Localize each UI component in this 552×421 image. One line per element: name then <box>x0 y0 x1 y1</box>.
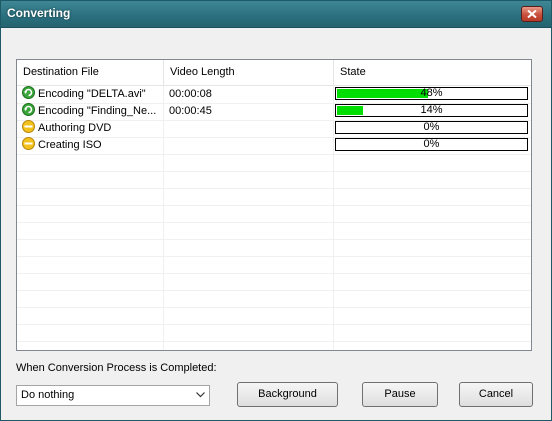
progress-bar: 0% <box>335 138 528 151</box>
pending-yellow-icon <box>22 120 35 133</box>
empty-cell <box>17 154 164 171</box>
empty-cell <box>164 171 334 188</box>
empty-cell <box>164 222 334 239</box>
table-row[interactable]: Encoding "DELTA.avi" 00:00:08 48% <box>17 86 531 104</box>
destination-file-text: Encoding "DELTA.avi" <box>38 88 146 100</box>
dialog-body: Destination File Video Length State Enco… <box>1 28 551 420</box>
progress-bar: 48% <box>335 87 528 100</box>
empty-cell <box>164 290 334 307</box>
empty-cell <box>164 188 334 205</box>
progress-bar: 14% <box>335 104 528 117</box>
destination-file-cell: Creating ISO <box>17 137 164 154</box>
refresh-green-icon <box>22 103 35 116</box>
empty-grid-row <box>17 324 531 342</box>
close-button[interactable] <box>521 6 543 22</box>
refresh-green-icon <box>22 86 35 99</box>
destination-file-text: Encoding "Finding_Ne... <box>38 105 157 117</box>
empty-grid-row <box>17 256 531 274</box>
empty-cell <box>164 239 334 256</box>
empty-grid-row <box>17 273 531 291</box>
empty-cell <box>17 171 164 188</box>
state-cell: 48% <box>334 86 531 103</box>
state-cell: 0% <box>334 137 531 154</box>
progress-bar: 0% <box>335 121 528 134</box>
empty-grid-row <box>17 341 531 350</box>
table-row[interactable]: Encoding "Finding_Ne... 00:00:45 14% <box>17 103 531 121</box>
empty-grid-row <box>17 171 531 189</box>
empty-cell <box>17 324 164 341</box>
empty-cell <box>164 324 334 341</box>
progress-percent: 0% <box>423 138 440 150</box>
empty-cell <box>164 341 334 350</box>
empty-cell <box>164 154 334 171</box>
column-header-destination[interactable]: Destination File <box>17 60 164 85</box>
video-length-cell <box>164 137 334 154</box>
empty-grid-row <box>17 290 531 308</box>
state-cell: 0% <box>334 120 531 137</box>
title-bar[interactable]: Converting <box>1 1 551 28</box>
empty-cell <box>164 273 334 290</box>
empty-grid-row <box>17 307 531 325</box>
table-row[interactable]: Authoring DVD 0% <box>17 120 531 138</box>
video-length-cell: 00:00:45 <box>164 103 334 120</box>
empty-cell <box>17 290 164 307</box>
converting-dialog: Converting Destination File Video Length… <box>0 0 552 421</box>
empty-cell <box>17 188 164 205</box>
destination-file-text: Authoring DVD <box>38 122 112 134</box>
empty-grid-row <box>17 239 531 257</box>
completion-action-dropdown[interactable]: Do nothing <box>16 385 210 406</box>
progress-percent: 0% <box>423 121 440 133</box>
destination-file-text: Creating ISO <box>38 139 102 151</box>
empty-cell <box>164 256 334 273</box>
pending-yellow-icon <box>22 137 35 150</box>
destination-file-cell: Authoring DVD <box>17 120 164 137</box>
window-title: Converting <box>7 6 71 20</box>
background-button[interactable]: Background <box>237 382 338 407</box>
state-cell: 14% <box>334 103 531 120</box>
completion-label: When Conversion Process is Completed: <box>16 362 217 374</box>
destination-file-cell: Encoding "Finding_Ne... <box>17 103 164 120</box>
empty-cell <box>164 307 334 324</box>
completion-action-value: Do nothing <box>21 389 75 401</box>
empty-grid-row <box>17 222 531 240</box>
conversion-list[interactable]: Destination File Video Length State Enco… <box>16 59 532 351</box>
empty-cell <box>17 273 164 290</box>
pause-button[interactable]: Pause <box>362 382 438 407</box>
destination-file-cell: Encoding "DELTA.avi" <box>17 86 164 103</box>
empty-cell <box>17 307 164 324</box>
cancel-button[interactable]: Cancel <box>459 382 533 407</box>
list-header: Destination File Video Length State <box>17 60 531 86</box>
progress-percent: 14% <box>420 104 443 116</box>
empty-cell <box>17 239 164 256</box>
empty-grid-row <box>17 205 531 223</box>
video-length-cell <box>164 120 334 137</box>
close-icon <box>527 10 537 18</box>
column-header-length[interactable]: Video Length <box>164 60 334 85</box>
empty-cell <box>17 256 164 273</box>
empty-cell <box>17 205 164 222</box>
empty-grid-row <box>17 188 531 206</box>
table-row[interactable]: Creating ISO 0% <box>17 137 531 155</box>
empty-grid-row <box>17 154 531 172</box>
chevron-down-icon <box>196 392 205 398</box>
empty-cell <box>164 205 334 222</box>
progress-percent: 48% <box>420 87 443 99</box>
column-header-state[interactable]: State <box>334 60 531 85</box>
empty-cell <box>17 222 164 239</box>
empty-cell <box>17 341 164 350</box>
video-length-cell: 00:00:08 <box>164 86 334 103</box>
